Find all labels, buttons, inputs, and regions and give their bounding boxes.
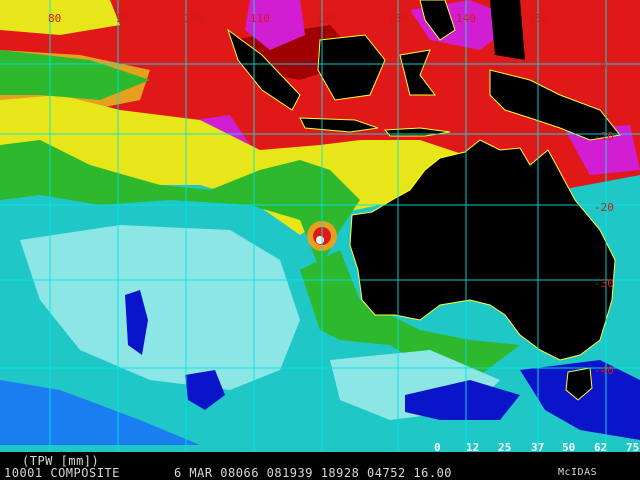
north-black-block <box>490 0 525 60</box>
lon-label: 120 <box>316 12 336 25</box>
lon-label: 100 <box>184 12 204 25</box>
tpw-map: 80 90 100 110 120 130 140 150 0 -10 -20 … <box>0 0 640 480</box>
lat-label: 0 <box>600 60 607 73</box>
mcidas-credit: McIDAS <box>558 467 598 478</box>
lon-label: 110 <box>250 12 270 25</box>
lat-label: -30 <box>594 277 614 290</box>
cyclone-center <box>316 236 324 244</box>
lat-label: -20 <box>594 201 614 214</box>
frame-info-line: 10001 COMPOSITE 6 MAR 08066 081939 18928… <box>4 466 453 480</box>
lat-label: -40 <box>594 364 614 377</box>
status-bar: (TPW [mm]) 10001 COMPOSITE 6 MAR 08066 0… <box>0 452 640 480</box>
lon-label: 130 <box>388 12 408 25</box>
lat-label: -10 <box>594 130 614 143</box>
lon-label: 80 <box>48 12 61 25</box>
lon-label: 90 <box>116 12 129 25</box>
lon-label: 150 <box>528 12 548 25</box>
lon-label: 140 <box>456 12 476 25</box>
satellite-map-view: 80 90 100 110 120 130 140 150 0 -10 -20 … <box>0 0 640 480</box>
